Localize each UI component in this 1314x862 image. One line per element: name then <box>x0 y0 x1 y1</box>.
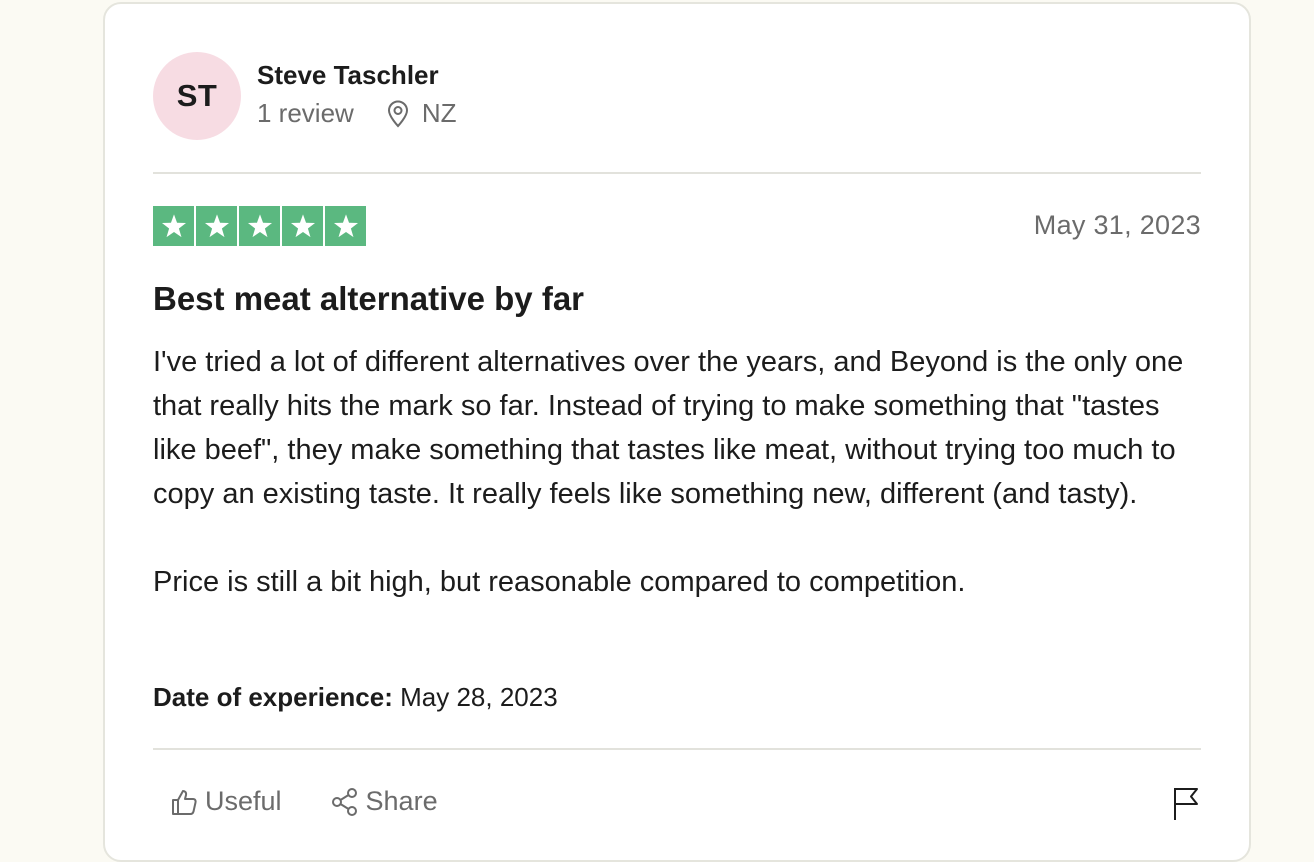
useful-label: Useful <box>205 786 282 816</box>
star-rating <box>153 206 368 246</box>
share-label: Share <box>365 786 438 816</box>
consumer-name[interactable]: Steve Taschler <box>257 58 457 92</box>
avatar[interactable]: ST <box>153 52 241 140</box>
location-pin-icon <box>387 100 408 127</box>
consumer-details: Steve Taschler 1 review NZ <box>257 52 457 129</box>
flag-icon <box>1174 788 1198 820</box>
thumbs-up-icon <box>172 789 197 815</box>
experience-label: Date of experience: <box>153 682 393 712</box>
star-icon <box>196 206 237 246</box>
star-icon <box>282 206 323 246</box>
review-actions: Useful Share <box>169 786 486 817</box>
review-body-paragraph: Price is still a bit high, but reasonabl… <box>153 566 966 598</box>
star-icon <box>325 206 366 246</box>
avatar-initials: ST <box>176 78 218 113</box>
star-icon <box>153 206 194 246</box>
star-icon <box>239 206 280 246</box>
consumer-meta: 1 review NZ <box>257 98 457 129</box>
review-card: ST Steve Taschler 1 review NZ May 31, 20… <box>103 2 1251 862</box>
consumer-location: NZ <box>386 98 457 129</box>
useful-button[interactable]: Useful <box>169 786 282 817</box>
footer-divider <box>153 748 1201 750</box>
share-button[interactable]: Share <box>330 786 438 817</box>
review-body-paragraph: I've tried a lot of different alternativ… <box>153 346 1184 510</box>
report-button[interactable] <box>1171 786 1201 825</box>
consumer-info[interactable]: ST Steve Taschler 1 review NZ <box>153 52 457 142</box>
review-card-content: ST Steve Taschler 1 review NZ May 31, 20… <box>153 4 1201 860</box>
review-title[interactable]: Best meat alternative by far <box>153 280 584 318</box>
review-date: May 31, 2023 <box>1033 210 1201 240</box>
location-label: NZ <box>421 98 457 128</box>
review-body: I've tried a lot of different alternativ… <box>153 340 1201 604</box>
review-count: 1 review <box>257 98 354 128</box>
experience-date: May 28, 2023 <box>400 682 558 712</box>
share-icon <box>331 787 357 816</box>
header-divider <box>153 172 1201 174</box>
date-of-experience: Date of experience: May 28, 2023 <box>153 682 558 713</box>
